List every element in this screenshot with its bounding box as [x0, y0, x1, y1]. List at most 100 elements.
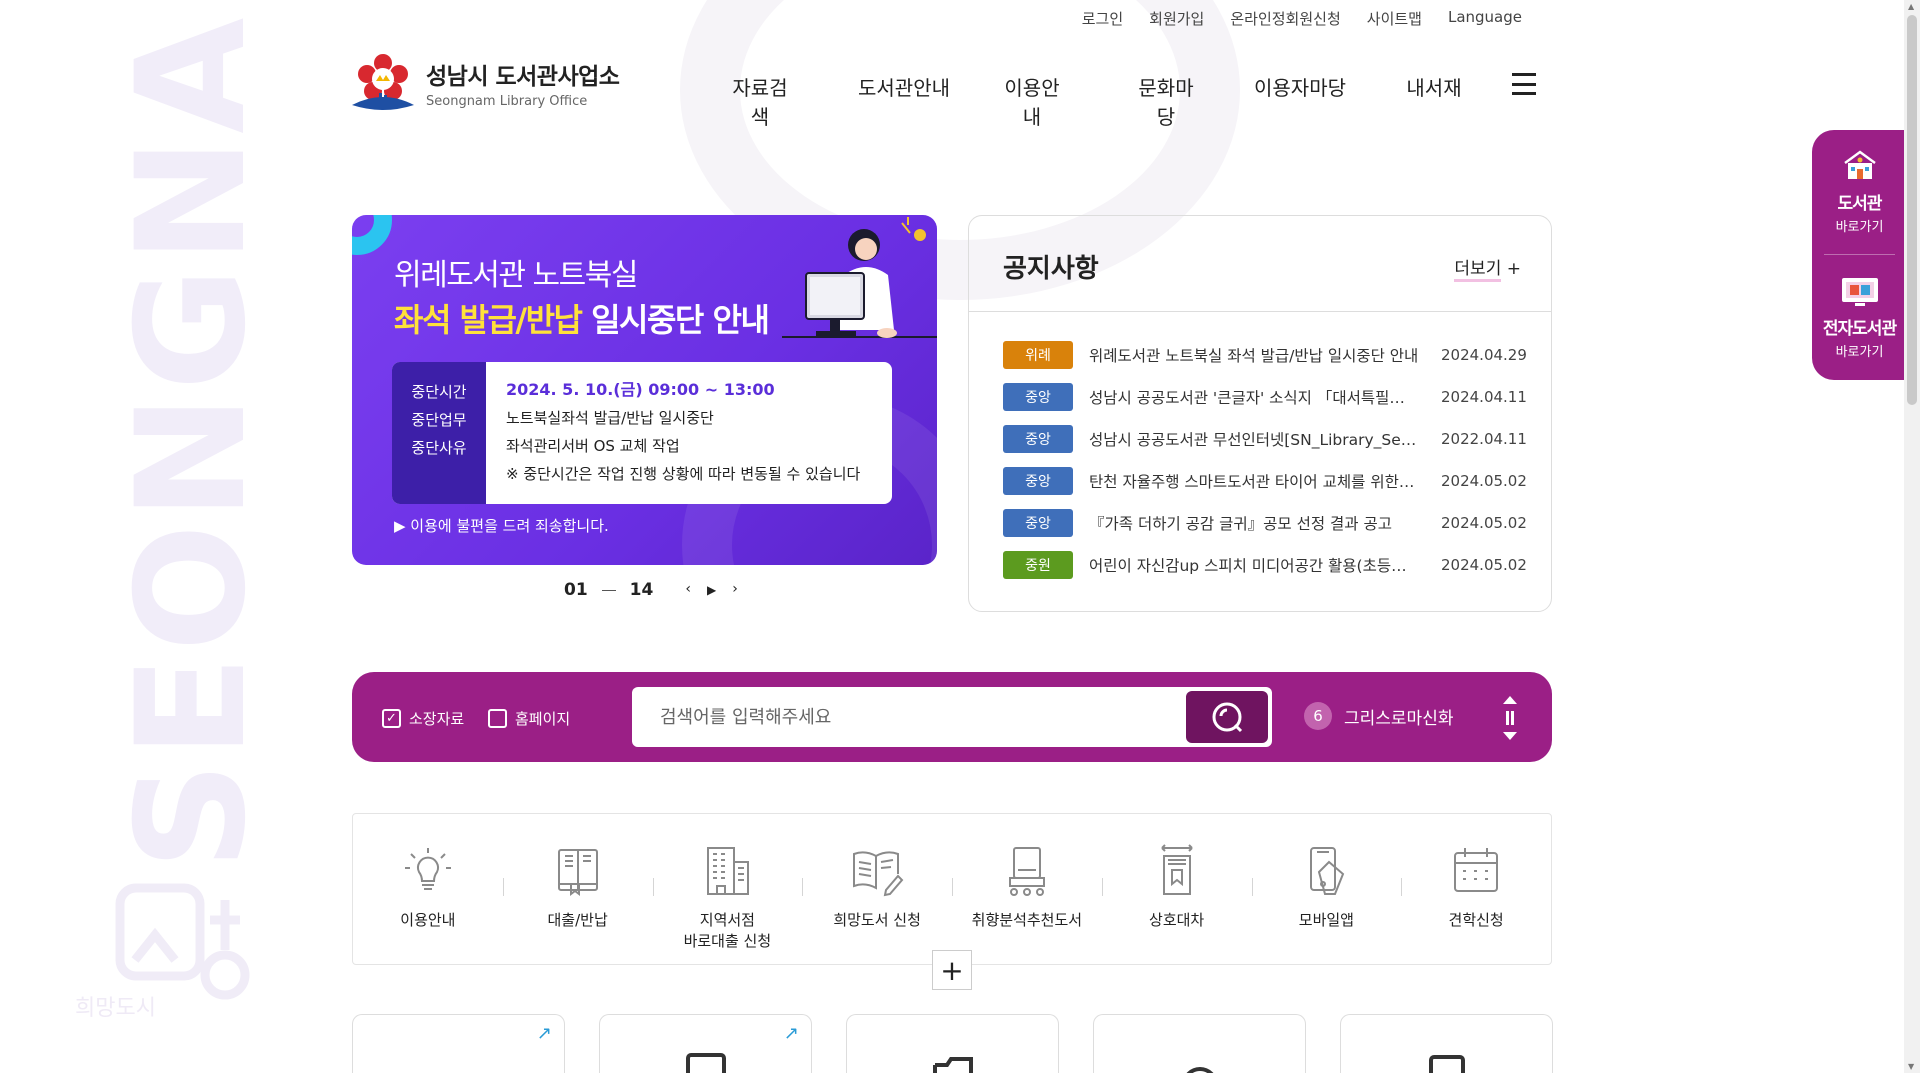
library-shortcut-title: 도서관 [1837, 194, 1883, 214]
service-card[interactable]: ↗ [599, 1014, 812, 1073]
pager-total: 14 [629, 580, 654, 600]
utility-nav: 로그인 회원가입 온라인정회원신청 사이트맵 Language [1082, 8, 1522, 29]
quick-menu-mobile-app[interactable]: 모바일앱 [1251, 814, 1402, 964]
library-shortcut[interactable]: 도서관 바로가기 [1824, 130, 1895, 255]
lightbulb-icon [404, 848, 451, 890]
service-card[interactable] [846, 1014, 1059, 1073]
search-icon [1212, 702, 1243, 733]
banner-heading-1: 위레도서관 노트북실 [394, 258, 638, 293]
notice-item[interactable]: 위례 위례도서관 노트북실 좌석 발급/반납 일시중단 안내 2024.04.29 [1003, 334, 1551, 376]
pager-prev-icon[interactable]: ‹ [685, 581, 691, 599]
notice-list: 위례 위례도서관 노트북실 좌석 발급/반납 일시중단 안내 2024.04.29 … [969, 312, 1551, 586]
notice-tag: 중앙 [1003, 467, 1073, 495]
document-icon [1429, 1055, 1465, 1073]
e-library-monitor-icon [1841, 277, 1878, 306]
menu-icon[interactable] [1512, 73, 1536, 95]
quick-menu-loan-return[interactable]: 대출/반납 [502, 814, 653, 964]
scrollbar-thumb[interactable] [1907, 15, 1917, 405]
quick-menu-tour[interactable]: 견학신청 [1401, 814, 1551, 964]
banner-note: ▶ 이용에 불편을 드려 죄송합니다. [394, 517, 609, 535]
service-card[interactable] [1340, 1014, 1553, 1073]
nav-library-info[interactable]: 도서관안내 [858, 72, 950, 130]
notice-tag: 위례 [1003, 341, 1073, 369]
banner-heading-2: 좌석 발급/반납 일시중단 안내 [394, 301, 770, 339]
search-button[interactable] [1186, 691, 1268, 743]
quick-links: 도서관 바로가기 전자도서관 바로가기 [1812, 130, 1907, 380]
kiosk-icon [1008, 847, 1045, 896]
nav-community[interactable]: 이용자마당 [1254, 72, 1346, 130]
notice-item[interactable]: 중원어린이 자신감up 스피치 미디어공간 활용(초등학생) 안내2024.05… [1003, 544, 1551, 586]
svg-text:희망도시: 희망도시 [75, 996, 156, 1020]
site-logo[interactable]: 성남시 도서관사업소 Seongnam Library Office [350, 53, 620, 113]
e-library-shortcut[interactable]: 전자도서관 바로가기 [1812, 255, 1907, 380]
notice-title: 공지사항 [1003, 254, 1099, 284]
quick-menu-interlibrary-loan[interactable]: 상호대차 [1101, 814, 1252, 964]
main-banner[interactable]: 위레도서관 노트북실 좌석 발급/반납 일시중단 안내 중단시간 중단업무 중단… [352, 215, 937, 565]
page: SEONGNAM LIBRARY 희망도시 로그인 회원가입 온라인정회원신청 … [0, 0, 1920, 1073]
popular-keyword[interactable]: 6 그리스로마신화 [1304, 702, 1453, 730]
book-transfer-icon [1160, 844, 1193, 895]
nav-culture[interactable]: 문화마당 [1130, 72, 1202, 130]
pager-next-icon[interactable]: › [732, 581, 738, 599]
quick-menu: 이용안내 대출/반납 지역서점 바로대출 신청 희망도서 신청 취향분석추천도서 [352, 813, 1552, 965]
quick-menu-local-bookstore[interactable]: 지역서점 바로대출 신청 [652, 814, 803, 964]
expand-menu-plus-icon[interactable]: + [932, 950, 972, 990]
page-scrollbar[interactable]: ▲ ▼ [1904, 0, 1920, 1073]
notice-header: 공지사항 더보기 + [969, 216, 1551, 312]
language-link[interactable]: Language [1448, 8, 1522, 29]
quick-menu-recommended-books[interactable]: 취향분석추천도서 [952, 814, 1102, 964]
banner-info-box: 중단시간 중단업무 중단사유 2024. 5. 10.(금) 09:00 ~ 1… [392, 362, 892, 504]
online-member-link[interactable]: 온라인정회원신청 [1230, 8, 1340, 29]
search-bar: ✓소장자료 홈페이지 6 그리스로마신화 [352, 672, 1552, 762]
external-link-arrow-icon: ↗ [536, 1023, 552, 1044]
pager-play-icon[interactable]: ▶ [707, 581, 716, 599]
folder-icon [933, 1057, 973, 1073]
notice-item[interactable]: 중앙 성남시 공공도서관 '큰글자' 소식지 「대서특필」 발간 2024.04.1… [1003, 376, 1551, 418]
nav-my-library[interactable]: 내서재 [1406, 72, 1462, 130]
scroll-up-icon[interactable]: ▲ [1908, 2, 1914, 11]
quick-menu-hope-book[interactable]: 희망도서 신청 [802, 814, 952, 964]
monitor-icon [686, 1053, 726, 1073]
homepage-checkbox[interactable]: 홈페이지 [488, 708, 570, 729]
main-nav: 자료검색 도서관안내 이용안내 문화마당 이용자마당 내서재 [724, 72, 1462, 130]
service-card[interactable]: ↗ [352, 1014, 565, 1073]
notice-item[interactable]: 중앙탄천 자율주행 스마트도서관 타이어 교체를 위한 운영 중단2024.05… [1003, 460, 1551, 502]
calendar-icon [1454, 848, 1499, 892]
notice-panel: 공지사항 더보기 + 위례 위례도서관 노트북실 좌석 발급/반납 일시중단 안내… [968, 215, 1552, 612]
open-book-pen-icon [853, 851, 904, 897]
mobile-icon [1310, 847, 1345, 895]
quick-menu-usage-guide[interactable]: 이용안내 [353, 814, 503, 964]
signup-link[interactable]: 회원가입 [1149, 8, 1204, 29]
pager-current: 01 [564, 580, 588, 600]
book-icon [557, 849, 598, 896]
popular-keyword-text: 그리스로마신화 [1344, 708, 1454, 729]
notice-item[interactable]: 중앙성남시 공공도서관 무선인터넷[SN_Library_Secure] 안내2… [1003, 418, 1551, 460]
popular-keyword-rank: 6 [1304, 702, 1332, 730]
notice-item[interactable]: 중앙 『가족 더하기 공감 글귀』공모 선정 결과 공고 2024.05.02 [1003, 502, 1551, 544]
seongnam-emblem-icon [352, 54, 414, 110]
scroll-down-icon[interactable]: ▼ [1908, 1062, 1914, 1071]
checkbox-checked-icon: ✓ [382, 709, 401, 728]
nav-search[interactable]: 자료검색 [724, 72, 796, 130]
search-input[interactable] [660, 703, 1160, 731]
notice-tag: 중앙 [1003, 509, 1073, 537]
notice-tag: 중원 [1003, 551, 1073, 579]
notice-more-link[interactable]: 더보기 + [1454, 254, 1521, 282]
banner-info-values: 2024. 5. 10.(금) 09:00 ~ 13:00 노트북실좌석 발급/… [506, 380, 861, 483]
plus-icon: + [1506, 259, 1521, 279]
search-field [632, 687, 1272, 747]
login-link[interactable]: 로그인 [1082, 8, 1123, 29]
headset-icon [1186, 1067, 1214, 1073]
e-library-shortcut-sub: 바로가기 [1835, 344, 1884, 360]
building-icon [707, 847, 750, 895]
sitemap-link[interactable]: 사이트맵 [1367, 8, 1422, 29]
library-shortcut-sub: 바로가기 [1835, 220, 1884, 235]
logo-title: 성남시 도서관사업소 [426, 64, 620, 90]
holdings-checkbox[interactable]: ✓ 소장자료 [382, 708, 464, 729]
notice-tag: 중앙 [1003, 383, 1073, 411]
nav-usage-guide[interactable]: 이용안내 [996, 72, 1068, 130]
keyword-rotate-control-icon[interactable] [1502, 694, 1518, 742]
e-library-shortcut-title: 전자도서관 [1822, 318, 1897, 339]
service-card[interactable] [1093, 1014, 1306, 1073]
library-building-icon [1843, 150, 1876, 179]
